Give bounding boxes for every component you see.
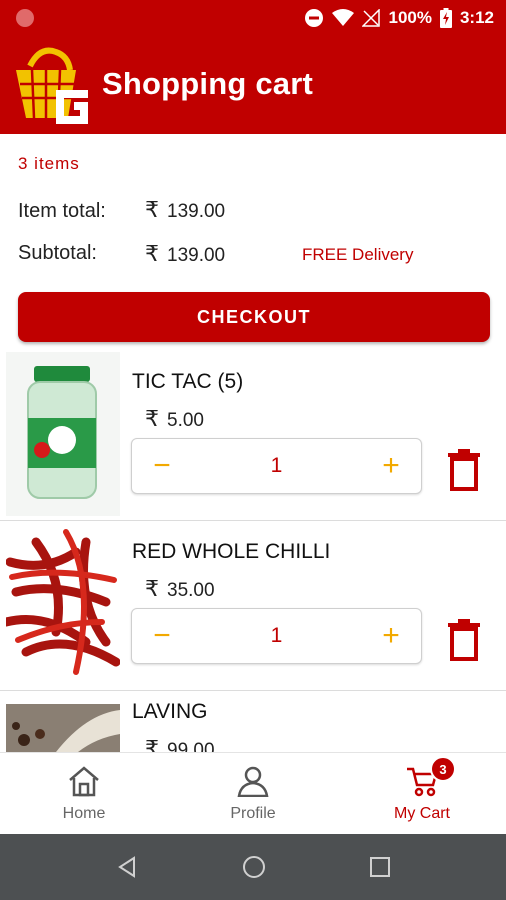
- cart-item: TIC TAC (5) ₹5.00 − 1 +: [0, 350, 506, 521]
- basket-logo-icon: [16, 47, 88, 124]
- cart-item: RED WHOLE CHILLI ₹35.00 − 1 +: [0, 520, 506, 691]
- battery-charging-icon: [439, 8, 452, 28]
- item-total-amount: ₹139.00: [145, 197, 225, 223]
- home-icon: [69, 766, 99, 797]
- system-navigation-bar: [0, 834, 506, 900]
- rupee-icon: ₹: [145, 406, 159, 431]
- nav-home[interactable]: Home: [0, 753, 168, 835]
- page-title: Shopping cart: [102, 66, 313, 101]
- item-name: RED WHOLE CHILLI: [132, 540, 331, 563]
- checkout-button[interactable]: CHECKOUT: [18, 292, 490, 342]
- item-name: TIC TAC (5): [132, 370, 244, 393]
- cart-count-badge: 3: [430, 756, 456, 782]
- subtotal-value: 139.00: [167, 245, 226, 266]
- decrease-quantity-button[interactable]: −: [132, 439, 192, 493]
- product-image-tic-tac: [6, 352, 120, 516]
- no-signal-icon: [362, 9, 381, 27]
- back-icon[interactable]: [116, 856, 138, 878]
- item-price-value: 5.00: [167, 410, 204, 431]
- items-count: 3 items: [18, 154, 80, 173]
- home-circle-icon[interactable]: [242, 855, 266, 879]
- subtotal-amount: ₹139.00: [145, 241, 225, 267]
- do-not-disturb-icon: [305, 9, 324, 27]
- profile-icon: [237, 766, 269, 797]
- quantity-value: 1: [270, 624, 283, 647]
- bottom-navigation: Home Profile My Cart 3: [0, 752, 506, 835]
- increase-quantity-button[interactable]: +: [361, 609, 421, 663]
- product-image-red-chilli: [6, 522, 120, 686]
- nav-profile-label: Profile: [230, 805, 276, 822]
- rupee-icon: ₹: [145, 197, 159, 222]
- clock: 3:12: [459, 8, 494, 27]
- trash-icon[interactable]: [446, 449, 482, 491]
- recents-icon[interactable]: [370, 857, 390, 877]
- item-name: LAVING: [132, 700, 208, 723]
- item-total-label: Item total:: [18, 200, 106, 222]
- rupee-icon: ₹: [145, 241, 159, 266]
- increase-quantity-button[interactable]: +: [361, 439, 421, 493]
- trash-icon[interactable]: [446, 619, 482, 661]
- quantity-value: 1: [270, 454, 283, 477]
- battery-percent: 100%: [388, 8, 432, 27]
- nav-my-cart[interactable]: My Cart: [338, 753, 506, 835]
- status-bar: 100% 3:12: [0, 0, 506, 36]
- app-bar: Shopping cart: [0, 36, 506, 134]
- quantity-stepper: − 1 +: [131, 438, 422, 494]
- item-price-value: 35.00: [167, 580, 215, 601]
- item-total-value: 139.00: [167, 201, 226, 222]
- rupee-icon: ₹: [145, 576, 159, 601]
- nav-profile[interactable]: Profile: [169, 753, 337, 835]
- wifi-icon: [332, 9, 355, 26]
- item-price: ₹35.00: [145, 576, 215, 602]
- notification-dot-icon: [16, 9, 34, 27]
- delivery-note: FREE Delivery: [302, 245, 414, 264]
- decrease-quantity-button[interactable]: −: [132, 609, 192, 663]
- quantity-stepper: − 1 +: [131, 608, 422, 664]
- nav-my-cart-label: My Cart: [394, 805, 450, 822]
- nav-home-label: Home: [62, 805, 106, 822]
- subtotal-label: Subtotal:: [18, 242, 97, 264]
- item-price: ₹5.00: [145, 406, 204, 432]
